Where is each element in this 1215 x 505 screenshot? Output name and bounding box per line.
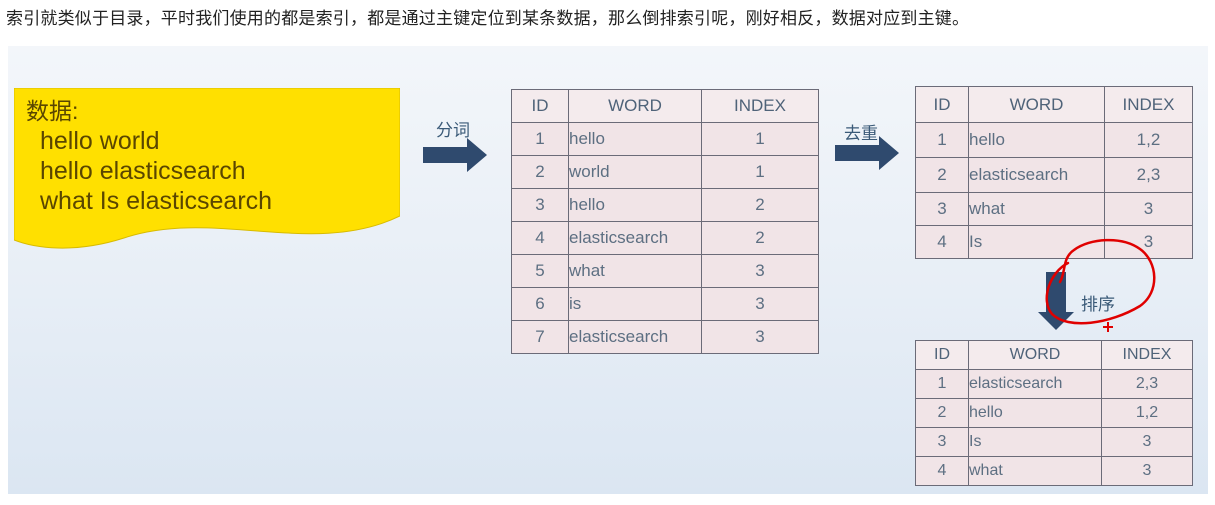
- cell-id: 1: [915, 369, 969, 399]
- cell-index: 2: [701, 188, 819, 222]
- table-row: 4 elasticsearch 2: [511, 221, 819, 255]
- data-note: 数据: hello world hello elasticsearch what…: [26, 96, 272, 216]
- cell-word: what: [968, 456, 1102, 486]
- cell-index: 1,2: [1101, 398, 1193, 428]
- cell-id: 2: [915, 157, 969, 193]
- cell-id: 6: [511, 287, 569, 321]
- sorted-table: ID WORD INDEX 1 elasticsearch 2,3 2 hell…: [915, 340, 1193, 486]
- cell-word: elasticsearch: [968, 157, 1105, 193]
- header-index: INDEX: [1101, 340, 1193, 370]
- table-row: 6 is 3: [511, 287, 819, 321]
- cell-word: elasticsearch: [568, 221, 702, 255]
- header-id: ID: [511, 89, 569, 123]
- header-word: WORD: [968, 86, 1105, 123]
- cell-id: 1: [511, 122, 569, 156]
- table-row: 5 what 3: [511, 254, 819, 288]
- table-row: 7 elasticsearch 3: [511, 320, 819, 354]
- cell-index: 3: [1101, 456, 1193, 486]
- cell-id: 2: [915, 398, 969, 428]
- table-row: 2 hello 1,2: [915, 398, 1193, 428]
- cell-index: 3: [1104, 225, 1193, 259]
- cell-index: 3: [701, 254, 819, 288]
- cell-index: 1: [701, 122, 819, 156]
- cell-word: hello: [968, 398, 1102, 428]
- header-index: INDEX: [701, 89, 819, 123]
- header-word: WORD: [968, 340, 1102, 370]
- cell-word: hello: [568, 122, 702, 156]
- cell-word: Is: [968, 225, 1105, 259]
- page-caption: 索引就类似于目录，平时我们使用的都是索引，都是通过主键定位到某条数据，那么倒排索…: [6, 9, 970, 29]
- header-word: WORD: [568, 89, 702, 123]
- deduplicated-table: ID WORD INDEX 1 hello 1,2 2 elasticsearc…: [915, 86, 1193, 259]
- cell-word: hello: [968, 122, 1105, 158]
- header-id: ID: [915, 86, 969, 123]
- cell-id: 1: [915, 122, 969, 158]
- header-index: INDEX: [1104, 86, 1193, 123]
- note-line: hello elasticsearch: [40, 157, 246, 185]
- cell-word: is: [568, 287, 702, 321]
- table-row: 2 elasticsearch 2,3: [915, 157, 1193, 193]
- note-line: what Is elasticsearch: [40, 187, 273, 215]
- cell-word: what: [968, 192, 1105, 226]
- cell-id: 4: [915, 225, 969, 259]
- cell-index: 2,3: [1104, 157, 1193, 193]
- table-row: 4 what 3: [915, 456, 1193, 486]
- note-title: 数据:: [26, 98, 79, 124]
- cell-id: 4: [511, 221, 569, 255]
- table-row: 3 what 3: [915, 192, 1193, 226]
- cell-index: 1,2: [1104, 122, 1193, 158]
- step-label-sort: 排序: [1081, 295, 1115, 315]
- cell-index: 3: [701, 287, 819, 321]
- cell-word: elasticsearch: [568, 320, 702, 354]
- arrow-right-icon: [835, 136, 899, 170]
- cell-index: 2: [701, 221, 819, 255]
- cell-index: 3: [1104, 192, 1193, 226]
- tokenized-table: ID WORD INDEX 1 hello 1 2 world 1 3 hell…: [511, 89, 819, 354]
- header-id: ID: [915, 340, 969, 370]
- cell-id: 3: [915, 427, 969, 457]
- cell-index: 3: [701, 320, 819, 354]
- table-row: 1 hello 1,2: [915, 122, 1193, 158]
- cell-id: 3: [915, 192, 969, 226]
- table-row: 4 Is 3: [915, 225, 1193, 259]
- cell-index: 3: [1101, 427, 1193, 457]
- table-row: 3 hello 2: [511, 188, 819, 222]
- cell-id: 4: [915, 456, 969, 486]
- table-row: 1 hello 1: [511, 122, 819, 156]
- arrow-down-icon: [1038, 272, 1074, 330]
- table-row: 3 Is 3: [915, 427, 1193, 457]
- table-row: 1 elasticsearch 2,3: [915, 369, 1193, 399]
- cell-word: elasticsearch: [968, 369, 1102, 399]
- note-line: hello world: [40, 127, 160, 155]
- cell-word: hello: [568, 188, 702, 222]
- cell-id: 7: [511, 320, 569, 354]
- cell-id: 2: [511, 155, 569, 189]
- cell-word: Is: [968, 427, 1102, 457]
- arrow-right-icon: [423, 138, 487, 172]
- cell-id: 5: [511, 254, 569, 288]
- cell-id: 3: [511, 188, 569, 222]
- cell-word: world: [568, 155, 702, 189]
- table-row: 2 world 1: [511, 155, 819, 189]
- cell-word: what: [568, 254, 702, 288]
- cell-index: 2,3: [1101, 369, 1193, 399]
- cell-index: 1: [701, 155, 819, 189]
